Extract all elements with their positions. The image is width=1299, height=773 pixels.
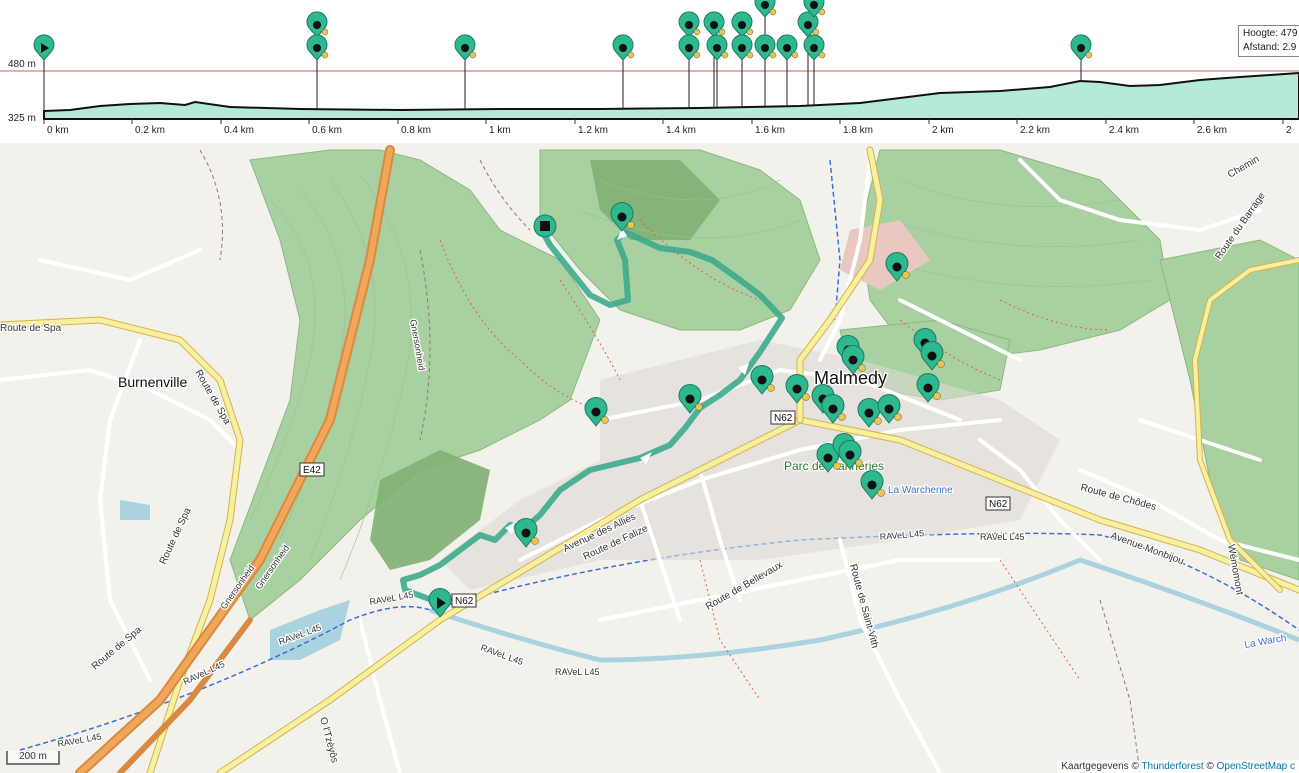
x-tick-label: 1.8 km <box>843 125 873 136</box>
map-view[interactable]: BurnenvilleMalmedyParc des tanneriesLa W… <box>0 143 1299 773</box>
profile-poi-marker[interactable] <box>1070 34 1093 61</box>
scale-bar: 200 m <box>6 751 60 765</box>
profile-poi-marker[interactable] <box>754 0 777 18</box>
tooltip-distance: Afstand: 2.9 <box>1243 42 1297 53</box>
finish-marker[interactable] <box>533 214 557 238</box>
ravel-label: RAVeL L45 <box>980 532 1025 542</box>
profile-poi-marker[interactable] <box>731 11 754 38</box>
profile-poi-marker[interactable] <box>754 34 777 61</box>
tooltip-height: Hoogte: 479 <box>1243 28 1298 39</box>
x-tick-label: 0.6 km <box>312 125 342 136</box>
profile-poi-marker[interactable] <box>703 11 726 38</box>
y-min-label: 325 m <box>8 113 36 124</box>
x-tick-label: 2 <box>1286 125 1292 136</box>
road-label: Route de Spa <box>0 323 62 334</box>
profile-poi-marker[interactable] <box>678 34 701 61</box>
profile-poi-marker[interactable] <box>706 34 729 61</box>
attribution-prefix: Kaartgegevens © <box>1061 761 1139 772</box>
profile-poi-marker[interactable] <box>731 34 754 61</box>
x-tick-label: 2 km <box>932 125 954 136</box>
x-tick-label: 1.4 km <box>666 125 696 136</box>
map-canvas[interactable]: BurnenvilleMalmedyParc des tanneriesLa W… <box>0 143 1299 773</box>
elevation-profile[interactable]: 0 km 0.2 km 0.4 km 0.6 km 0.8 km 1 km 1.2 km 1.… <box>0 0 1299 143</box>
x-tick-label: 0.8 km <box>401 125 431 136</box>
elevation-chart: 0 km 0.2 km 0.4 km 0.6 km 0.8 km 1 km 1.2 km 1.… <box>0 0 1299 136</box>
y-max-label: 480 m <box>8 59 36 70</box>
x-tick-label: 1.6 km <box>755 125 785 136</box>
profile-poi-marker[interactable] <box>612 34 635 61</box>
profile-poi-marker[interactable] <box>803 34 826 61</box>
place-label: Burnenville <box>118 374 187 390</box>
ravel-label: RAVeL L45 <box>555 667 600 677</box>
profile-poi-marker[interactable] <box>678 11 701 38</box>
profile-start-marker[interactable] <box>33 34 55 61</box>
hover-tooltip: Hoogte: 479 Afstand: 2.9 <box>1238 25 1299 57</box>
road-shield-label: N62 <box>774 413 793 424</box>
x-ticks: 0 km 0.2 km 0.4 km 0.6 km 0.8 km 1 km 1.2 km 1.… <box>43 119 1292 136</box>
x-tick-label: 2.2 km <box>1020 125 1050 136</box>
profile-poi-marker[interactable] <box>306 34 329 61</box>
thunderforest-link[interactable]: Thunderforest <box>1141 761 1203 772</box>
road-shield-label: N62 <box>455 596 474 607</box>
x-tick-label: 1 km <box>489 125 511 136</box>
attribution: Kaartgegevens © Thunderforest © OpenStre… <box>1057 760 1299 773</box>
x-tick-label: 2.4 km <box>1109 125 1139 136</box>
profile-poi-marker[interactable] <box>776 34 799 61</box>
profile-poi-marker[interactable] <box>454 34 477 61</box>
x-tick-label: 1.2 km <box>578 125 608 136</box>
water-label: La Warchenne <box>888 485 953 496</box>
x-tick-label: 0.2 km <box>135 125 165 136</box>
x-tick-label: 0 km <box>47 125 69 136</box>
osm-link[interactable]: OpenStreetMap c <box>1217 761 1295 772</box>
road-shield-label: E42 <box>303 465 321 476</box>
road-shield-label: N62 <box>989 499 1008 510</box>
profile-markers[interactable] <box>33 0 1093 61</box>
attribution-sep: © <box>1206 761 1214 772</box>
profile-poi-marker[interactable] <box>306 11 329 38</box>
x-tick-label: 2.6 km <box>1197 125 1227 136</box>
x-tick-label: 0.4 km <box>224 125 254 136</box>
profile-area <box>43 71 1299 120</box>
